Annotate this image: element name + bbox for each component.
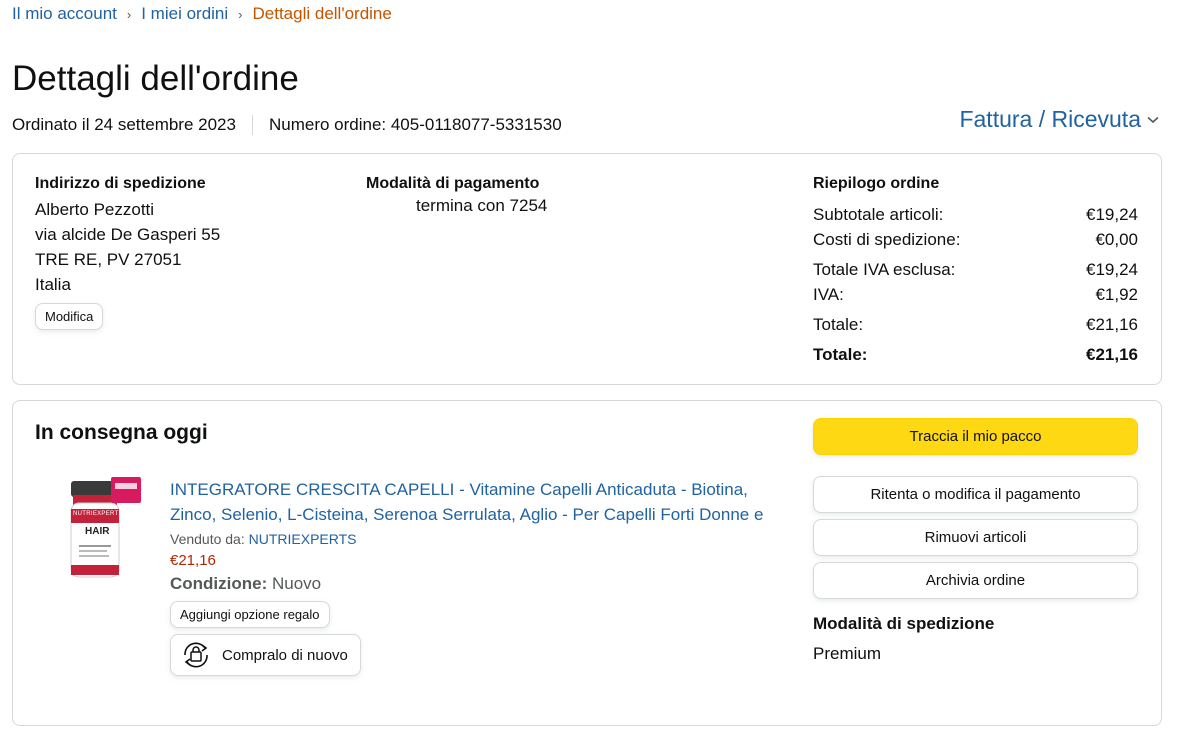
payment-heading: Modalità di pagamento: [366, 175, 540, 192]
sold-by-label: Venduto da:: [170, 531, 245, 547]
seller-link[interactable]: NUTRIEXPERTS: [249, 531, 357, 547]
product-image[interactable]: NUTRIEXPERTS HAIR: [65, 475, 145, 585]
remove-items-button[interactable]: Rimuovi articoli: [813, 519, 1138, 556]
address-line: via alcide De Gasperi 55: [35, 225, 221, 244]
summary-label: Totale:: [813, 315, 864, 334]
summary-row-vat: IVA: €1,92: [813, 285, 1138, 305]
summary-value: €19,24: [1086, 260, 1138, 279]
payment-card: termina con 7254: [416, 196, 548, 215]
shipping-method-value: Premium: [813, 644, 882, 663]
summary-row-total: Totale: €21,16: [813, 315, 1138, 335]
address-line: Italia: [35, 275, 71, 294]
meta-divider: [251, 115, 253, 135]
breadcrumb: Il mio account › I miei ordini › Dettagl…: [12, 4, 392, 24]
product-title-link[interactable]: INTEGRATORE CRESCITA CAPELLI - Vitamine …: [170, 477, 775, 527]
retry-payment-label: Ritenta o modifica il pagamento: [870, 486, 1081, 503]
chevron-down-icon: [1147, 116, 1159, 123]
invoice-dropdown[interactable]: Fattura / Ricevuta: [959, 106, 1159, 133]
image-product-label: HAIR: [85, 526, 110, 537]
grand-total-label: Totale:: [813, 345, 868, 364]
summary-row-net-total: Totale IVA esclusa: €19,24: [813, 260, 1138, 280]
payment-section: Modalità di pagamento termina con 7254: [366, 175, 547, 216]
page-title: Dettagli dell'ordine: [12, 59, 299, 98]
track-package-button[interactable]: Traccia il mio pacco: [813, 418, 1138, 455]
breadcrumb-separator: ›: [238, 6, 243, 22]
archive-order-label: Archivia ordine: [925, 572, 1026, 589]
summary-row-grand-total: Totale: €21,16: [813, 345, 1138, 365]
invoice-label: Fattura / Ricevuta: [959, 106, 1141, 132]
grand-total-value: €21,16: [1086, 345, 1138, 364]
summary-heading: Riepilogo ordine: [813, 175, 940, 192]
summary-row-shipping: Costi di spedizione: €0,00: [813, 230, 1138, 250]
product-price: €21,16: [170, 552, 216, 569]
remove-items-label: Rimuovi articoli: [924, 529, 1027, 546]
order-meta: Ordinato il 24 settembre 2023 Numero ord…: [12, 115, 562, 135]
delivery-status: In consegna oggi: [35, 421, 208, 444]
summary-label: Subtotale articoli:: [813, 205, 944, 224]
buy-again-icon: [184, 642, 208, 668]
summary-value: €1,92: [1095, 285, 1138, 304]
order-summary: Riepilogo ordine Subtotale articoli: €19…: [813, 175, 1138, 375]
buy-again-label: Compralo di nuovo: [222, 646, 348, 664]
shipping-method-heading: Modalità di spedizione: [813, 614, 995, 633]
summary-label: IVA:: [813, 285, 844, 304]
breadcrumb-current: Dettagli dell'ordine: [252, 4, 392, 23]
summary-row-subtotal: Subtotale articoli: €19,24: [813, 205, 1138, 225]
archive-order-button[interactable]: Archivia ordine: [813, 562, 1138, 599]
track-package-label: Traccia il mio pacco: [909, 428, 1042, 445]
breadcrumb-my-orders[interactable]: I miei ordini: [141, 4, 228, 24]
image-brand-label: NUTRIEXPERTS: [73, 511, 123, 517]
product-condition: Condizione: Nuovo: [170, 574, 775, 594]
shipping-address: Alberto Pezzotti via alcide De Gasperi 5…: [35, 197, 220, 297]
shipping-address-section: Indirizzo di spedizione Alberto Pezzotti…: [35, 175, 220, 330]
summary-label: Costi di spedizione:: [813, 230, 961, 249]
order-number: Numero ordine: 405-0118077-5331530: [268, 115, 562, 134]
summary-label: Totale IVA esclusa:: [813, 260, 956, 279]
condition-value: Nuovo: [272, 574, 322, 593]
address-line: TRE RE, PV 27051: [35, 250, 182, 269]
order-date: Ordinato il 24 settembre 2023: [12, 115, 236, 134]
order-info-box: Indirizzo di spedizione Alberto Pezzotti…: [12, 153, 1162, 385]
buy-again-button[interactable]: Compralo di nuovo: [170, 634, 361, 676]
sold-by: Venduto da: NUTRIEXPERTS: [170, 531, 775, 547]
summary-value: €0,00: [1095, 230, 1138, 249]
summary-value: €19,24: [1086, 205, 1138, 224]
retry-payment-button[interactable]: Ritenta o modifica il pagamento: [813, 476, 1138, 513]
breadcrumb-my-account[interactable]: Il mio account: [12, 4, 117, 24]
address-line: Alberto Pezzotti: [35, 200, 155, 219]
breadcrumb-separator: ›: [126, 6, 132, 22]
edit-address-button[interactable]: Modifica: [35, 303, 104, 330]
condition-label: Condizione:: [170, 574, 268, 593]
summary-value: €21,16: [1086, 315, 1138, 334]
shipping-address-heading: Indirizzo di spedizione: [35, 175, 206, 192]
add-gift-option-button[interactable]: Aggiungi opzione regalo: [170, 601, 330, 628]
shipment-box: In consegna oggi NUTRIEXPERTS HAIR INTEG…: [12, 400, 1162, 726]
product-details: INTEGRATORE CRESCITA CAPELLI - Vitamine …: [170, 477, 775, 676]
